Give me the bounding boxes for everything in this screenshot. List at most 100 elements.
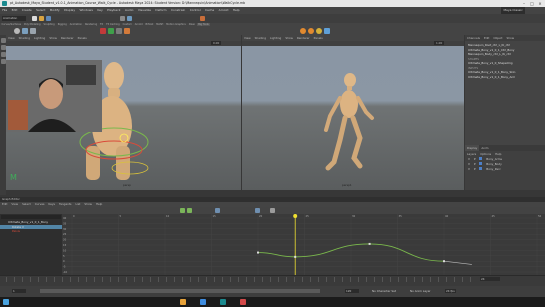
- viewport-menu-item[interactable]: View: [6, 35, 17, 41]
- menu-constrain[interactable]: Constrain: [169, 7, 188, 14]
- key-icon[interactable]: [100, 28, 106, 34]
- snap-grid-icon[interactable]: [127, 16, 132, 21]
- layer-name[interactable]: Bony_Arms: [486, 157, 502, 161]
- timeline-ruler[interactable]: [6, 277, 476, 282]
- current-frame-field[interactable]: 24: [480, 277, 500, 281]
- maximize-icon[interactable]: □: [529, 1, 535, 6]
- save-scene-icon[interactable]: [46, 16, 51, 21]
- viewport-left[interactable]: persp M: [6, 46, 241, 190]
- channel-tab[interactable]: Edit: [482, 35, 491, 41]
- menu-help[interactable]: Help: [231, 7, 242, 14]
- frame-all-icon[interactable]: [215, 208, 220, 213]
- viewport-menu-item[interactable]: Panels: [76, 35, 89, 41]
- layer-visibility-toggle[interactable]: V: [468, 167, 470, 171]
- viewport-menu-item[interactable]: Show: [47, 35, 59, 41]
- shelf-tab[interactable]: Rendering: [83, 23, 98, 26]
- menu-key[interactable]: Key: [95, 7, 105, 14]
- channel-tab[interactable]: Channels: [465, 35, 482, 41]
- ik-handle-icon[interactable]: [116, 28, 122, 34]
- layer-playback-toggle[interactable]: P: [474, 162, 476, 166]
- layer-color-swatch[interactable]: [479, 167, 483, 170]
- menu-audio[interactable]: Audio: [123, 7, 136, 14]
- breakdown-icon[interactable]: [108, 28, 114, 34]
- graph-outliner-item[interactable]: Pelvis: [0, 229, 62, 234]
- shelf-tab[interactable]: Bifrost: [144, 23, 155, 26]
- viewport-field[interactable]: 0.00: [211, 41, 222, 45]
- render-icon[interactable]: [200, 16, 205, 21]
- open-scene-icon[interactable]: [39, 16, 44, 21]
- select-arrow-icon[interactable]: [0, 38, 6, 43]
- range-end-field[interactable]: 120: [345, 289, 359, 293]
- joint-icon[interactable]: [124, 28, 130, 34]
- mannequin-walking[interactable]: [242, 46, 464, 190]
- menu-file[interactable]: File: [0, 7, 9, 14]
- menu-select[interactable]: Select: [34, 7, 48, 14]
- viewport-menu-item[interactable]: View: [242, 35, 253, 41]
- shelf-tab[interactable]: Big Tools: [196, 23, 211, 26]
- fps-dropdown[interactable]: 24 fps: [445, 289, 456, 293]
- shelf-tool-icon[interactable]: [324, 28, 330, 34]
- menu-windows[interactable]: Windows: [77, 7, 95, 14]
- cube-icon[interactable]: [22, 28, 28, 34]
- range-bar[interactable]: [40, 289, 320, 293]
- viewport-menu-item[interactable]: Show: [283, 35, 295, 41]
- lasso-icon[interactable]: [0, 45, 6, 50]
- shelf-tab[interactable]: FX Caching: [105, 23, 121, 26]
- shelf-tab[interactable]: Arnold: [133, 23, 144, 26]
- windows-start-icon[interactable]: [3, 299, 9, 305]
- keyframe-point[interactable]: [368, 242, 371, 245]
- menu-edit[interactable]: Edit: [9, 7, 19, 14]
- playhead-handle[interactable]: [293, 214, 298, 218]
- shelf-tab[interactable]: Motion Graphics: [165, 23, 187, 26]
- taskbar-app-icon[interactable]: [200, 299, 206, 305]
- shelf-tab[interactable]: FX: [99, 23, 105, 26]
- shelf-tab[interactable]: Poly Modeling: [22, 23, 42, 26]
- layer-row[interactable]: V P Bony_Rsrc: [465, 167, 545, 172]
- graph-curve-canvas[interactable]: 0 5 10 15 20 25 30 35 40 45 504035302520151050-5-1…: [62, 214, 545, 275]
- shelf-tab[interactable]: Animation: [68, 23, 83, 26]
- taskbar-app-icon[interactable]: [220, 299, 226, 305]
- layer-color-swatch[interactable]: [479, 162, 483, 165]
- layer-playback-toggle[interactable]: P: [474, 157, 476, 161]
- shelf-tab[interactable]: Custom: [121, 23, 133, 26]
- cylinder-icon[interactable]: [30, 28, 36, 34]
- keyframe-point[interactable]: [443, 260, 445, 263]
- menu-set-selector[interactable]: Animation: [2, 16, 26, 21]
- viewport-menu-item[interactable]: Renderer: [295, 35, 312, 41]
- viewport-menu-item[interactable]: Shading: [17, 35, 32, 41]
- menu-arnold[interactable]: Arnold: [216, 7, 230, 14]
- character-set-dropdown[interactable]: No Character Set: [372, 289, 396, 293]
- menu-playback[interactable]: Playback: [105, 7, 123, 14]
- shelf-tool-icon[interactable]: [300, 28, 306, 34]
- graph-view[interactable]: 0 5 10 15 20 25 30 35 40 45 50 40 35 30 25 20 15 10 5 0 -5 -1…: [62, 214, 545, 275]
- viewport-menu-item[interactable]: Renderer: [59, 35, 76, 41]
- range-start-field[interactable]: 1: [12, 289, 26, 293]
- keyframe-point[interactable]: [294, 255, 297, 258]
- buffer-curve-icon[interactable]: [270, 208, 275, 213]
- shelf-tab[interactable]: Curves/Surfaces: [0, 23, 22, 26]
- channel-tab[interactable]: Show: [504, 35, 516, 41]
- taskbar-app-icon[interactable]: [180, 299, 186, 305]
- shelf-tool-icon[interactable]: [316, 28, 322, 34]
- select-tool-icon[interactable]: [120, 16, 125, 21]
- layer-visibility-toggle[interactable]: V: [468, 157, 470, 161]
- viewport-menu-item[interactable]: Lighting: [32, 35, 47, 41]
- taskbar-app-icon[interactable]: [240, 299, 246, 305]
- tangent-icon[interactable]: [187, 208, 192, 213]
- new-scene-icon[interactable]: [32, 16, 37, 21]
- shelf-tab[interactable]: XGen: [187, 23, 196, 26]
- viewport-menu-item[interactable]: Lighting: [268, 35, 283, 41]
- sphere-icon[interactable]: [14, 28, 20, 34]
- shelf-tool-icon[interactable]: [308, 28, 314, 34]
- menu-deform[interactable]: Deform: [153, 7, 169, 14]
- workspace-selector[interactable]: Maya Classic: [501, 7, 525, 14]
- shelf-tab[interactable]: MASH: [155, 23, 165, 26]
- move-key-icon[interactable]: [180, 208, 185, 213]
- layer-visibility-toggle[interactable]: V: [468, 162, 470, 166]
- shelf-tab[interactable]: Rigging: [56, 23, 68, 26]
- viewport-menu-item[interactable]: Panels: [312, 35, 325, 41]
- keyframe-point[interactable]: [257, 251, 259, 254]
- minimize-icon[interactable]: –: [521, 1, 527, 6]
- menu-create[interactable]: Create: [20, 7, 34, 14]
- layer-color-swatch[interactable]: [479, 157, 483, 160]
